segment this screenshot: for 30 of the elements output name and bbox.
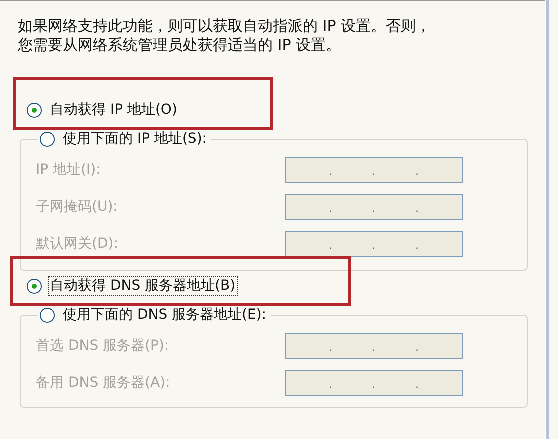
separator-dot: . [372,168,376,178]
separator-dot: . [416,242,419,252]
separator-dot: . [372,344,376,354]
radio-button[interactable] [27,102,42,118]
radio-button[interactable] [27,278,42,294]
separator-dot: . [329,380,332,390]
separator-dot: . [329,344,332,354]
radio-button[interactable] [40,308,55,322]
option-label[interactable]: 自动获得 IP 地址(O) [48,100,180,120]
separator-dot: . [329,204,332,214]
separator-dot: . [329,168,332,178]
separator-dot: . [416,204,419,214]
field-label: 子网掩码(U): [36,198,119,216]
field-label: 默认网关(D): [36,234,120,252]
separator-dot: . [416,168,419,178]
field-label: IP 地址(I): [36,160,102,178]
field-label: 备用 DNS 服务器(A): [36,374,172,392]
option-label[interactable]: 使用下面的 IP 地址(S): [61,129,209,149]
separator-dot: . [329,242,332,252]
description-line: 您需要从网络系统管理员处获得适当的 IP 设置。 [18,36,342,55]
separator-dot: . [372,242,376,252]
separator-dot: . [416,380,419,390]
separator-dot: . [372,204,376,214]
option-label[interactable]: 自动获得 DNS 服务器地址(B) [48,276,238,296]
field-label: 首选 DNS 服务器(P): [36,336,170,354]
separator-dot: . [416,344,419,354]
radio-button[interactable] [40,132,55,146]
separator-dot: . [372,380,376,390]
option-label[interactable]: 使用下面的 DNS 服务器地址(E): [61,305,269,325]
description-line: 如果网络支持此功能，则可以获取自动指派的 IP 设置。否则， [18,17,432,36]
